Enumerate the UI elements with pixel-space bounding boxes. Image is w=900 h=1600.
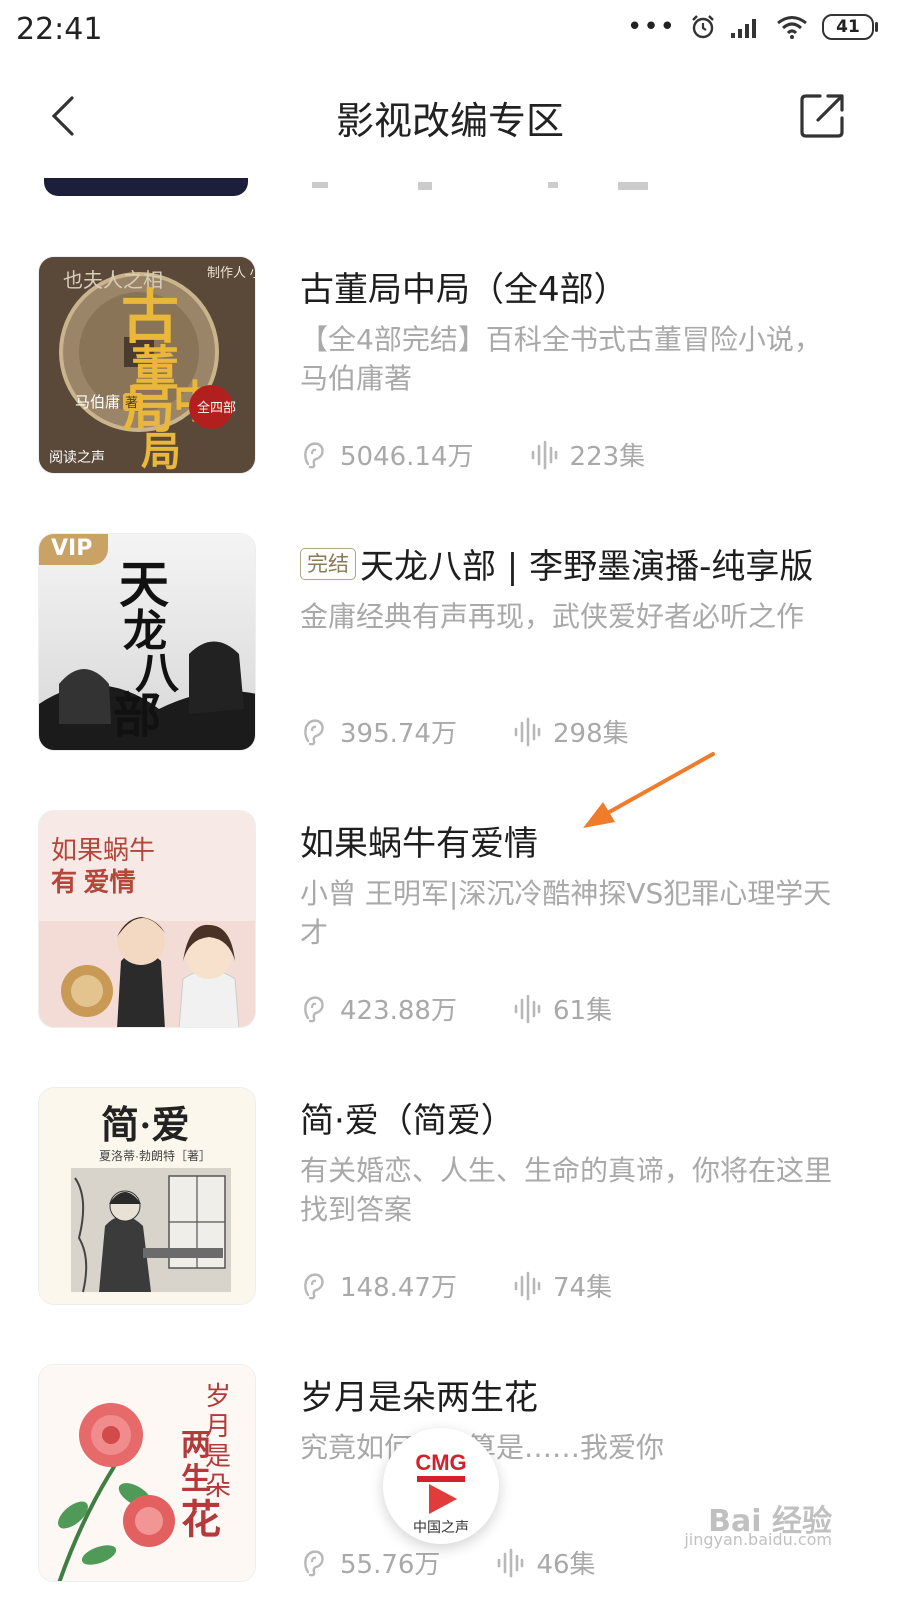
status-bar: 22:41 ••• 41 [0,0,900,62]
svg-text:有 爱情: 有 爱情 [51,868,136,897]
status-tag: 完结 [300,547,356,580]
list-item[interactable]: 也夫人之相 古 董 局 中 局 制作人 小曾 马伯庸 著 全四部 阅读之声 古董… [0,236,900,486]
book-cover-art: 如果蜗牛 有 爱情 [39,811,255,1027]
book-stats: 55.76万 46集 [300,1544,596,1581]
list-item[interactable]: 简·爱 夏洛蒂·勃朗特［著］ 简·爱（简爱） 有关婚恋、人生、生命的真谛，你将在… [0,1067,900,1317]
svg-text:阅读之声: 阅读之声 [49,449,105,465]
book-title-text: 古董局中局（全4部） [300,270,628,310]
svg-text:两: 两 [181,1429,211,1462]
book-stats: 148.47万 74集 [300,1267,612,1304]
svg-text:CMG: CMG [415,1450,466,1475]
share-button[interactable] [796,88,850,142]
book-stats: 423.88万 61集 [300,990,612,1027]
baidu-watermark-url: jingyan.baidu.com [684,1530,832,1549]
book-cover[interactable]: 岁 月 是 朵 两 生 花 [38,1364,256,1582]
audio-wave-icon [514,994,541,1023]
episode-count: 223集 [569,442,646,472]
book-title[interactable]: 岁月是朵两生花 [300,1370,538,1419]
svg-text:如果蜗牛: 如果蜗牛 [51,836,155,865]
episode-count: 74集 [552,1273,613,1303]
episode-count: 46集 [536,1550,596,1580]
play-count: 55.76万 [340,1550,441,1580]
previous-item-meta [312,182,648,190]
book-title-text: 如果蜗牛有爱情 [300,824,538,864]
ear-icon [304,995,324,1022]
page-title: 影视改编专区 [335,99,564,143]
svg-text:天: 天 [119,557,169,613]
play-count: 395.74万 [340,719,457,749]
player-logo: CMG 中国之声 [413,1450,469,1535]
book-description: 有关婚恋、人生、生命的真谛，你将在这里找到答案 [300,1154,833,1226]
book-cover[interactable]: 也夫人之相 古 董 局 中 局 制作人 小曾 马伯庸 著 全四部 阅读之声 [38,256,256,474]
book-description: 【全4部完结】百科全书式古董冒险小说，马伯庸著 [300,323,822,395]
book-description: 究竟如何才能算是……我爱你 [300,1428,845,1467]
episode-count: 61集 [552,996,613,1026]
svg-text:制作人 小曾: 制作人 小曾 [207,265,256,280]
svg-text:古: 古 [121,285,179,350]
book-title[interactable]: 如果蜗牛有爱情 [300,816,538,865]
list-item[interactable]: 天 龙 八 部 VIP 完结 天龙八部 | 李野墨演播-纯享版 金庸经典有声再现… [0,513,900,763]
status-icons: ••• 41 [626,12,878,42]
svg-text:著: 著 [125,395,138,410]
more-dots-icon: ••• [626,12,676,42]
book-description: 小曾 王明军|深沉冷酷神探VS犯罪心理学天才 [300,877,832,949]
signal-icon [731,19,756,38]
svg-text:局: 局 [141,429,181,474]
nav-header: 影视改编专区 [0,62,900,170]
book-stats: 395.74万 298集 [300,713,629,750]
svg-text:马伯庸: 马伯庸 [75,393,120,411]
book-cover[interactable]: 如果蜗牛 有 爱情 [38,810,256,1028]
svg-text:岁: 岁 [205,1382,231,1411]
audio-wave-icon [498,1548,524,1577]
book-cover-art: 天 龙 八 部 [39,534,255,750]
book-description: 金庸经典有声再现，武侠爱好者必听之作 [300,600,805,633]
book-title[interactable]: 古董局中局（全4部） [300,262,628,311]
annotation-arrow [583,752,715,828]
book-title-text: 简·爱（简爱） [300,1101,515,1141]
svg-text:部: 部 [113,690,161,743]
book-title-text: 天龙八部 | 李野墨演播-纯享版 [360,547,814,587]
audio-wave-icon [531,440,557,469]
floating-player-button[interactable]: CMG 中国之声 [383,1428,499,1544]
svg-text:简·爱: 简·爱 [101,1105,190,1147]
audio-wave-icon [514,717,541,746]
book-title[interactable]: 完结 天龙八部 | 李野墨演播-纯享版 [300,539,813,588]
book-cover-art: 也夫人之相 古 董 局 中 局 制作人 小曾 马伯庸 著 全四部 阅读之声 [39,257,256,474]
book-stats: 5046.14万 223集 [300,436,645,473]
previous-item-cover[interactable] [44,178,248,196]
svg-text:中国之声: 中国之声 [413,1519,469,1535]
battery-indicator: 41 [822,14,878,40]
book-cover[interactable]: 天 龙 八 部 VIP [38,533,256,751]
ear-icon [304,1549,324,1576]
audio-wave-icon [514,1271,541,1300]
svg-text:花: 花 [181,1497,221,1542]
episode-count: 298集 [552,719,629,749]
book-title[interactable]: 简·爱（简爱） [300,1093,515,1142]
ear-icon [304,718,324,745]
book-title-text: 岁月是朵两生花 [300,1378,538,1418]
alarm-icon [692,15,714,39]
vip-badge: VIP [39,534,109,565]
list-item[interactable]: 如果蜗牛 有 爱情 如果蜗牛有爱情 小曾 王明军|深沉冷酷神探VS犯罪心理学天才… [0,790,900,1040]
share-icon [800,94,844,138]
svg-text:全四部: 全四部 [197,400,236,415]
svg-text:夏洛蒂·勃朗特［著］: 夏洛蒂·勃朗特［著］ [99,1148,211,1163]
book-cover-art: 简·爱 夏洛蒂·勃朗特［著］ [39,1088,255,1304]
book-cover-art: 岁 月 是 朵 两 生 花 [39,1365,255,1581]
play-count: 5046.14万 [340,442,474,472]
play-count: 423.88万 [340,996,457,1026]
svg-text:生: 生 [181,1463,211,1496]
ear-icon [304,1272,324,1299]
ear-icon [304,441,324,468]
wifi-icon [777,16,807,39]
play-count: 148.47万 [340,1273,457,1303]
status-time: 22:41 [16,12,103,47]
book-cover[interactable]: 简·爱 夏洛蒂·勃朗特［著］ [38,1087,256,1305]
